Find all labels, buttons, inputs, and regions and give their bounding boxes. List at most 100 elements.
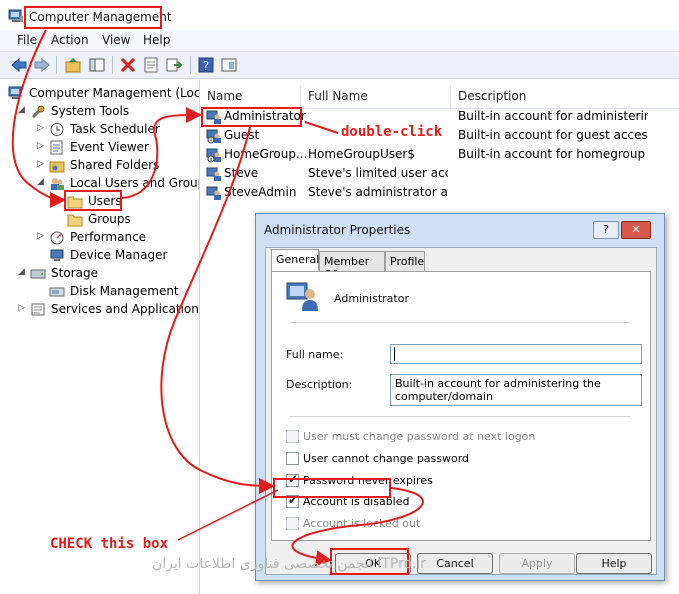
cell-full-name: Steve's limited user acco...: [308, 166, 448, 180]
dialog-help-button[interactable]: ?: [593, 221, 619, 239]
shared-folder-icon: [49, 161, 65, 173]
services-icon: [31, 303, 45, 316]
cancel-button[interactable]: Cancel: [417, 553, 493, 574]
expand-arrow-icon[interactable]: ▷: [37, 123, 47, 133]
svg-text:?: ?: [203, 59, 209, 73]
tree-item-event-viewer[interactable]: ▷ Event Viewer: [37, 139, 197, 157]
up-folder-icon[interactable]: [64, 56, 82, 74]
tree-item-label: Services and Applications: [51, 302, 200, 316]
export-icon[interactable]: [165, 56, 183, 74]
account-disabled-highlight-box: [273, 478, 391, 498]
storage-icon: [30, 269, 46, 279]
table-row[interactable]: SteveAdmin Steve's administrator ac...: [200, 184, 679, 203]
account-locked-out-checkbox[interactable]: [286, 517, 299, 530]
clock-icon: [50, 123, 64, 136]
must-change-password-label: User must change password at next logon: [303, 430, 536, 443]
dialog-body: General Member Of Profile Administrator …: [265, 247, 657, 575]
description-field[interactable]: Built-in account for administering the c…: [390, 374, 642, 406]
column-header-name[interactable]: Name: [200, 86, 301, 108]
cannot-change-password-checkbox[interactable]: [286, 452, 299, 465]
tree-item-label: Groups: [88, 212, 131, 226]
forward-icon[interactable]: [33, 56, 51, 74]
double-click-annotation: double-click: [341, 124, 443, 140]
table-row[interactable]: HomeGroup... HomeGroupUser$ Built-in acc…: [200, 146, 679, 165]
cell-name: Guest: [224, 128, 260, 142]
menu-bar: File Action View Help: [0, 30, 679, 52]
cell-full-name: HomeGroupUser$: [308, 147, 415, 161]
description-label: Description:: [286, 378, 353, 391]
tree-item-label: Task Scheduler: [70, 122, 160, 136]
title-highlight-box: [24, 6, 162, 29]
apply-button[interactable]: Apply: [499, 553, 575, 574]
column-header-description[interactable]: Description: [451, 86, 651, 108]
tree-item-label: Computer Management (Local: [29, 86, 200, 100]
help-button[interactable]: Help: [576, 553, 652, 574]
username-label: Administrator: [334, 292, 409, 305]
tree-item-storage[interactable]: ◢ Storage: [18, 265, 198, 283]
cell-name: SteveAdmin: [224, 185, 297, 199]
must-change-password-checkbox[interactable]: [286, 430, 299, 443]
tab-general[interactable]: General: [271, 249, 319, 272]
watermark: انجمن تخصصی فناوری اطلاعات ایران ITPro.i…: [152, 556, 426, 572]
user-disabled-icon: [206, 148, 221, 163]
performance-icon: [50, 231, 64, 245]
cell-description: Built-in account for homegroup a...: [458, 147, 648, 161]
dialog-title: Administrator Properties: [264, 223, 411, 237]
dialog-close-button[interactable]: ✕: [621, 221, 651, 239]
user-account-icon: [286, 282, 318, 311]
tree-item-label: System Tools: [51, 104, 130, 118]
tab-profile[interactable]: Profile: [385, 251, 425, 271]
menu-view[interactable]: View: [102, 33, 130, 47]
account-locked-out-label: Account is locked out: [303, 517, 421, 530]
collapse-arrow-icon[interactable]: ◢: [18, 267, 28, 277]
tools-icon: [31, 105, 45, 119]
properties-icon[interactable]: [142, 56, 160, 74]
expand-arrow-icon[interactable]: ▷: [18, 303, 28, 313]
menu-file[interactable]: File: [17, 33, 37, 47]
extended-view-icon[interactable]: [220, 56, 238, 74]
collapse-arrow-icon[interactable]: ◢: [37, 177, 47, 187]
cell-full-name: Steve's administrator ac...: [308, 185, 448, 199]
toolbar-separator: [56, 56, 57, 74]
table-row[interactable]: Steve Steve's limited user acco...: [200, 165, 679, 184]
user-icon: [206, 186, 221, 200]
expand-arrow-icon[interactable]: ▷: [37, 231, 47, 241]
cell-name: Steve: [224, 166, 259, 180]
console-tree-icon[interactable]: [88, 56, 106, 74]
cannot-change-password-label: User cannot change password: [303, 452, 470, 465]
collapse-arrow-icon[interactable]: ◢: [18, 105, 28, 115]
menu-help[interactable]: Help: [143, 33, 170, 47]
column-header-full-name[interactable]: Full Name: [301, 86, 451, 108]
expand-arrow-icon[interactable]: ▷: [37, 141, 47, 151]
tree-item-label: Performance: [70, 230, 147, 244]
tree-item-label: Local Users and Groups: [70, 176, 200, 190]
text-caret: [394, 347, 395, 361]
tree-item-disk-management[interactable]: Disk Management: [37, 283, 197, 301]
tree-item-label: Disk Management: [70, 284, 179, 298]
event-viewer-icon: [50, 140, 63, 155]
disk-icon: [49, 287, 65, 297]
tree-item-system-tools[interactable]: ◢ System Tools: [18, 103, 198, 121]
delete-icon[interactable]: [119, 56, 137, 74]
toolbar-separator: [190, 56, 191, 74]
tree-item-task-scheduler[interactable]: ▷ Task Scheduler: [37, 121, 197, 139]
tab-member-of[interactable]: Member Of: [319, 251, 385, 281]
tree-item-performance[interactable]: ▷ Performance: [37, 229, 197, 247]
device-manager-icon: [50, 249, 64, 261]
tree-item-groups[interactable]: Groups: [55, 211, 195, 229]
tree-item-label: Storage: [51, 266, 98, 280]
console-tree: Computer Management (Local ◢ System Tool…: [0, 80, 200, 594]
menu-action[interactable]: Action: [51, 33, 89, 47]
tree-item-services-and-applications[interactable]: ▷ Services and Applications: [18, 301, 200, 319]
administrator-properties-dialog: Administrator Properties ? ✕ General Mem…: [255, 213, 665, 581]
divider: [290, 322, 630, 323]
tree-item-device-manager[interactable]: Device Manager: [37, 247, 197, 265]
help-icon[interactable]: ?: [197, 56, 215, 74]
user-disabled-icon: [206, 129, 221, 144]
toolbar-separator: [112, 56, 113, 74]
tree-item-shared-folders[interactable]: ▷ Shared Folders: [37, 157, 197, 175]
full-name-field[interactable]: [390, 344, 642, 364]
back-icon[interactable]: [10, 56, 28, 74]
expand-arrow-icon[interactable]: ▷: [37, 159, 47, 169]
tree-item-computer-management[interactable]: Computer Management (Local: [8, 85, 200, 103]
